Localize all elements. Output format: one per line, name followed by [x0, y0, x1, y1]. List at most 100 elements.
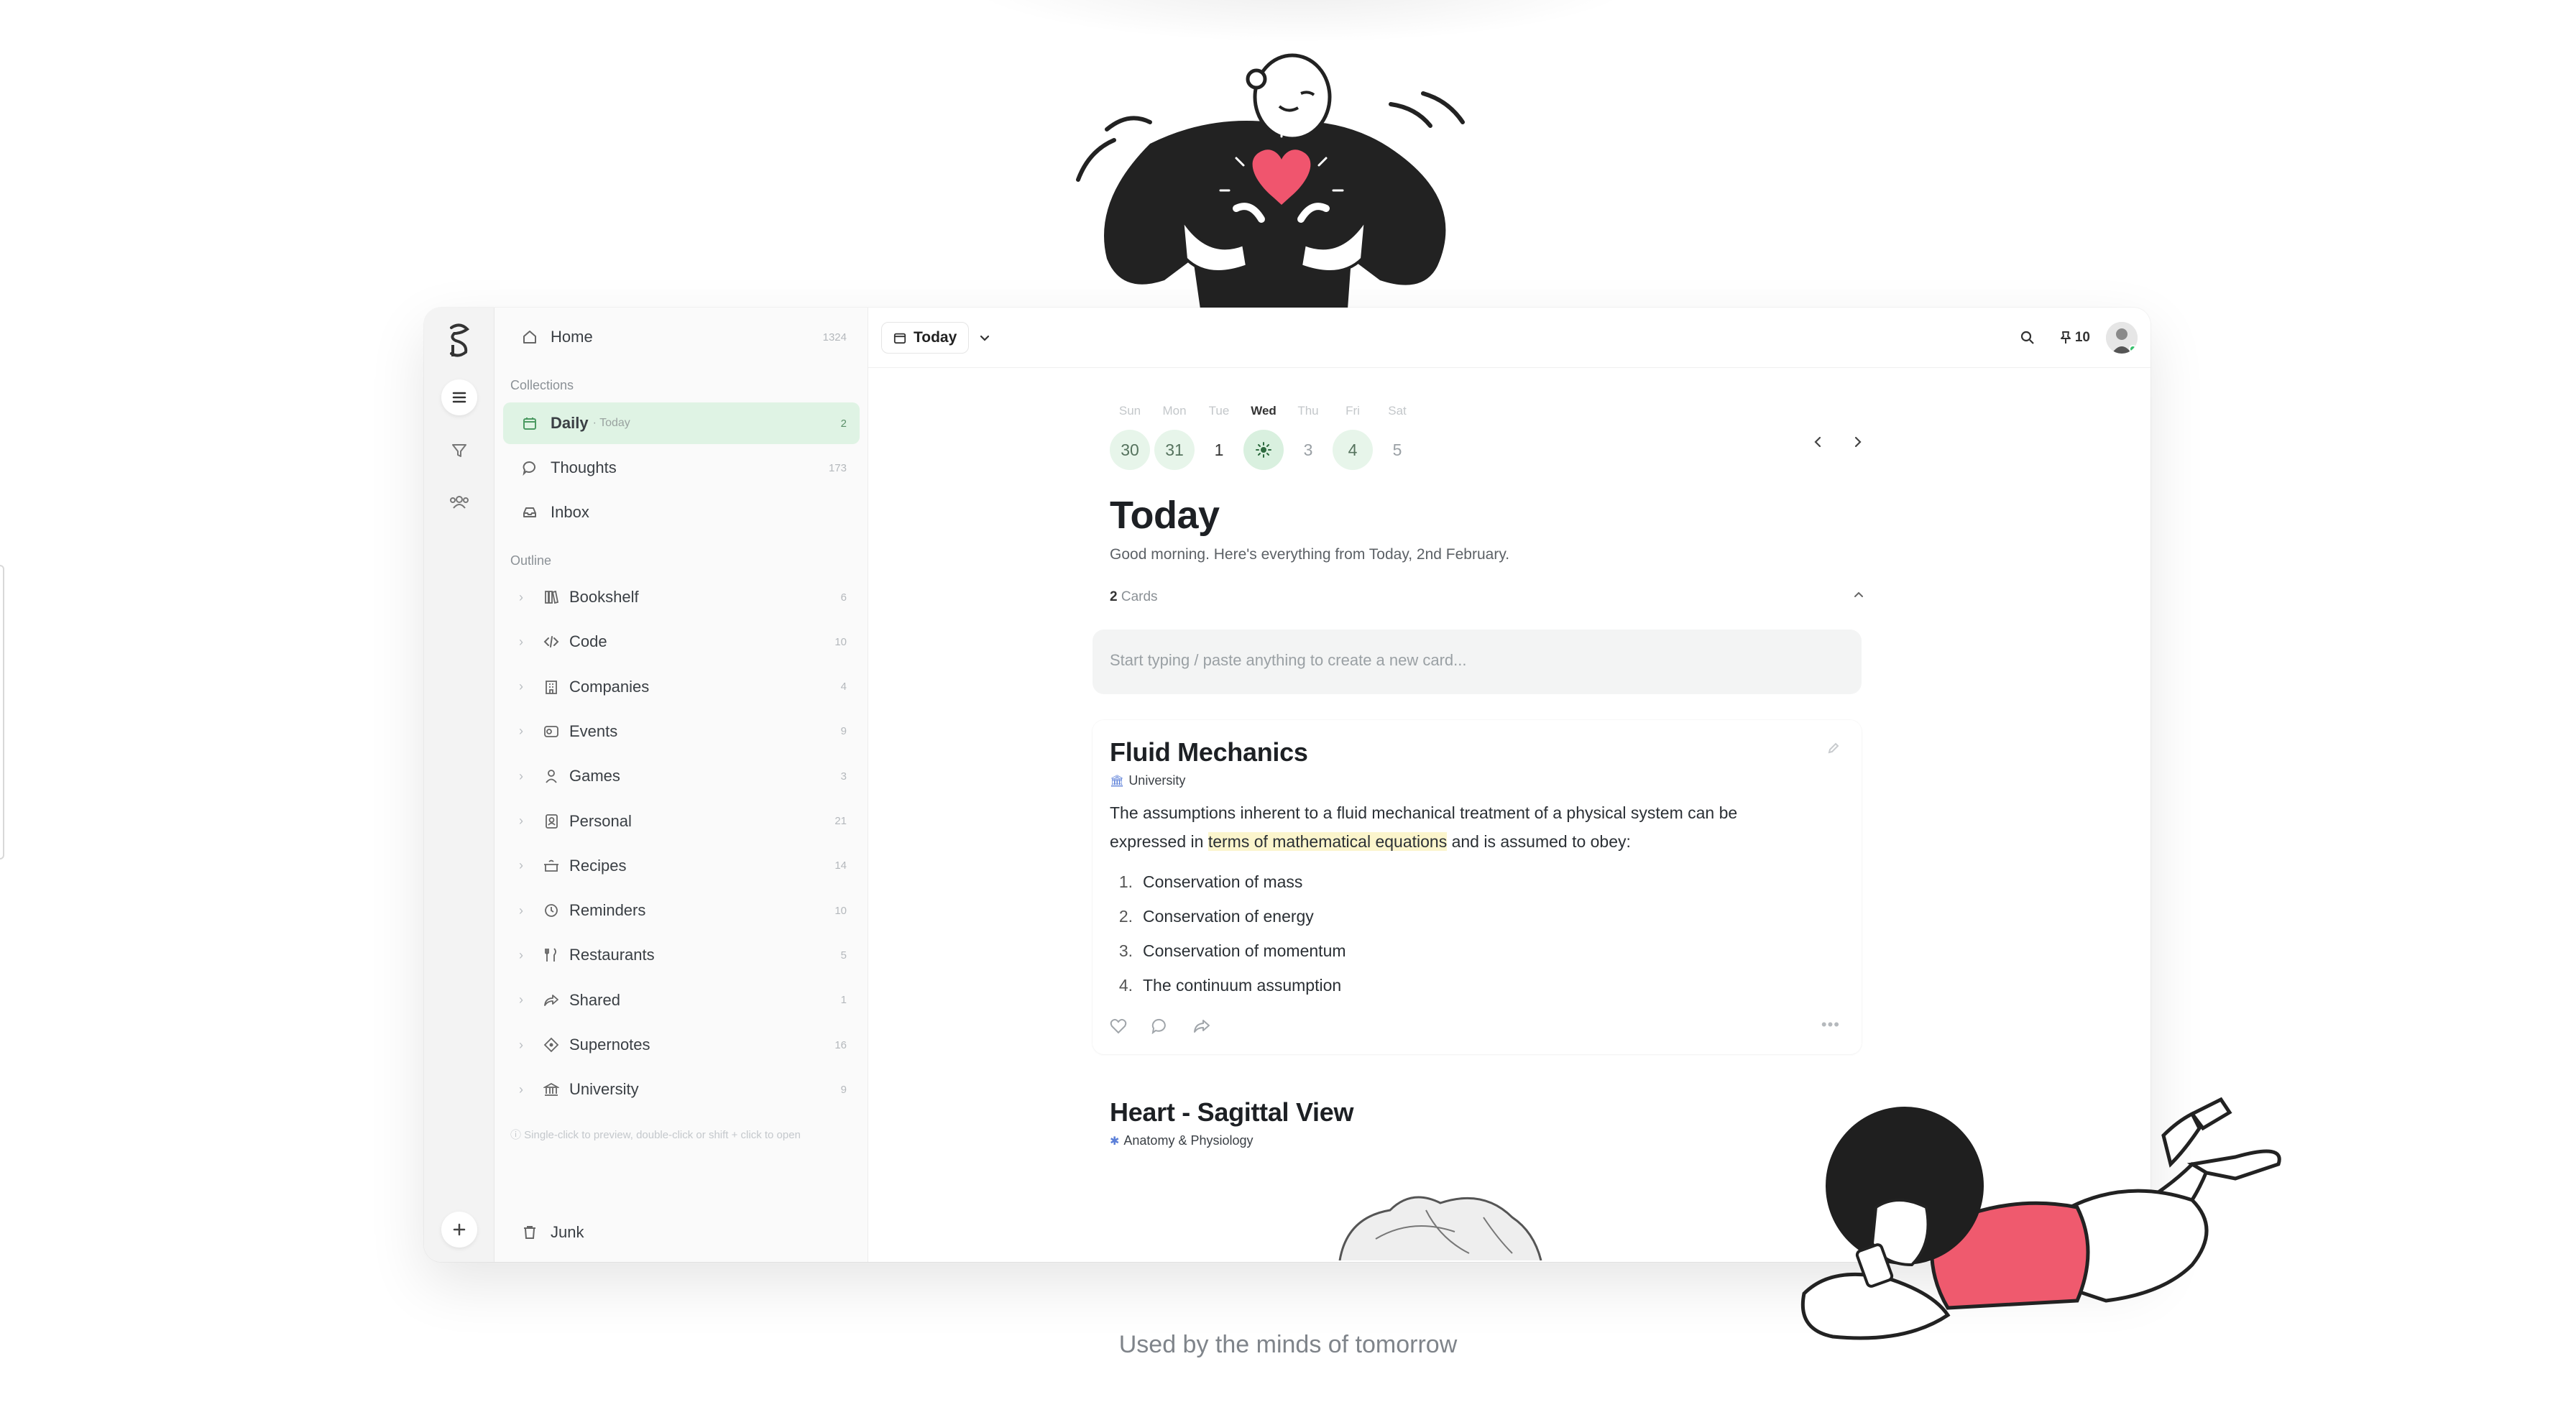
item-count: 5: [840, 949, 847, 962]
chevron-right-icon[interactable]: ›: [519, 992, 533, 1008]
card-heart-sagittal[interactable]: Heart - Sagittal View ✱ Anatomy & Physio…: [1092, 1080, 1862, 1262]
card-tag-label: University: [1128, 773, 1186, 788]
cards-count-row: 2 Cards: [1110, 589, 1879, 611]
events-icon: [542, 722, 561, 741]
list-item: 4. The continuum assumption: [1118, 976, 1342, 995]
new-card-input[interactable]: Start typing / paste anything to create …: [1092, 630, 1862, 694]
chevron-up-icon[interactable]: [1853, 589, 1864, 605]
reading-person-illustration: [1800, 1097, 2281, 1340]
sidebar-item-label: Code: [569, 632, 607, 651]
search-icon[interactable]: [2012, 322, 2043, 354]
home-icon: [520, 328, 539, 346]
avatar[interactable]: [2106, 322, 2138, 354]
card-body-text: and is assumed to obey:: [1447, 832, 1631, 851]
item-count: 10: [834, 904, 847, 917]
inbox-tray-icon: [520, 503, 539, 522]
speech-bubble-icon: [520, 458, 539, 477]
comment-icon[interactable]: [1151, 1018, 1169, 1038]
sidebar-item-label: University: [569, 1080, 639, 1099]
list-item: 3. Conservation of momentum: [1118, 941, 1346, 960]
sidebar-item-label: Junk: [551, 1223, 584, 1241]
card-tag[interactable]: ✱ Anatomy & Physiology: [1110, 1133, 1844, 1148]
pin-count: 10: [2074, 330, 2090, 345]
chevron-right-icon[interactable]: ›: [519, 724, 533, 739]
chevron-right-icon[interactable]: [1852, 435, 1864, 452]
card-title: Fluid Mechanics: [1110, 737, 1308, 767]
sidebar-item-label: Personal: [569, 811, 632, 830]
sidebar-item-supernotes[interactable]: › Supernotes 16: [503, 1024, 860, 1066]
item-count: 10: [834, 635, 847, 648]
sidebar-item-reminders[interactable]: › Reminders 10: [503, 890, 860, 931]
sidebar-item-shared[interactable]: › Shared 1: [503, 979, 860, 1021]
sidebar-item-junk[interactable]: Junk: [503, 1212, 860, 1253]
sidebar-item-bookshelf[interactable]: › Bookshelf 6: [503, 576, 860, 618]
sidebar-item-home[interactable]: Home 1324: [503, 316, 860, 358]
chevron-right-icon[interactable]: ›: [519, 858, 533, 873]
dna-icon: ✱: [1110, 1135, 1120, 1148]
sidebar-item-university[interactable]: › University 9: [503, 1069, 860, 1110]
add-icon[interactable]: [441, 1212, 477, 1248]
chevron-right-icon[interactable]: ›: [519, 635, 533, 650]
chevron-right-icon[interactable]: ›: [519, 590, 533, 605]
sidebar-item-recipes[interactable]: › Recipes 14: [503, 845, 860, 887]
heart-icon[interactable]: [1110, 1018, 1127, 1038]
chevron-right-icon[interactable]: ›: [519, 903, 533, 918]
date-button[interactable]: 5: [1377, 430, 1417, 470]
date-button[interactable]: 3: [1288, 430, 1328, 470]
chevron-right-icon[interactable]: ›: [519, 1082, 533, 1097]
today-button[interactable]: Today: [881, 322, 970, 354]
chevron-right-icon[interactable]: ›: [519, 1038, 533, 1053]
sidebar-item-label: Games: [569, 767, 620, 785]
sidebar-item-label: Reminders: [569, 901, 646, 920]
sidebar-item-companies[interactable]: › Companies 4: [503, 666, 860, 708]
sidebar-item-events[interactable]: › Events 9: [503, 711, 860, 752]
chevron-right-icon[interactable]: ›: [519, 948, 533, 963]
cards-label: Cards: [1121, 589, 1158, 604]
app-logo-icon: [450, 323, 470, 357]
item-count: 1: [840, 994, 847, 1007]
share-icon[interactable]: [1193, 1018, 1210, 1038]
chevron-right-icon[interactable]: ›: [519, 813, 533, 829]
trash-icon: [520, 1223, 539, 1242]
sidebar-item-code[interactable]: › Code 10: [503, 621, 860, 663]
date-button[interactable]: 31: [1154, 430, 1195, 470]
chevron-right-icon[interactable]: ›: [519, 769, 533, 784]
sidebar-item-restaurants[interactable]: › Restaurants 5: [503, 934, 860, 976]
date-button[interactable]: 4: [1333, 430, 1373, 470]
sidebar-item-label: Supernotes: [569, 1036, 650, 1054]
chevron-left-icon[interactable]: [1811, 435, 1824, 452]
card-fluid-mechanics[interactable]: Fluid Mechanics 🏛 University The assumpt…: [1092, 720, 1862, 1054]
sidebar-item-inbox[interactable]: Inbox: [503, 492, 860, 533]
sidebar-item-label: Bookshelf: [569, 588, 639, 606]
sidebar-item-label: Thoughts: [551, 458, 617, 476]
sidebar-item-label: Recipes: [569, 856, 627, 875]
item-count: 4: [840, 681, 847, 693]
today-date-sun-icon[interactable]: [1243, 430, 1284, 470]
card-tag[interactable]: 🏛 University: [1110, 773, 1844, 788]
person-icon: [542, 767, 561, 785]
clock-icon: [542, 901, 561, 920]
filter-icon[interactable]: [441, 433, 477, 469]
more-icon[interactable]: •••: [1821, 1015, 1840, 1034]
sidebar-item-personal[interactable]: › Personal 21: [503, 801, 860, 842]
pencil-icon[interactable]: [1827, 742, 1840, 758]
date-button[interactable]: 30: [1110, 430, 1150, 470]
people-icon[interactable]: [441, 484, 477, 520]
sidebar-item-games[interactable]: › Games 3: [503, 755, 860, 797]
weekday-label: Tue: [1208, 404, 1230, 418]
sidebar-item-thoughts[interactable]: Thoughts 173: [503, 447, 860, 489]
week-strip: Sun 30 Mon 31 Tue 1 Wed Thu 3 Fri 4 Sat 5: [1110, 404, 1879, 483]
menu-icon[interactable]: [441, 379, 477, 415]
sidebar-item-label: Events: [569, 721, 618, 740]
hero-glow: [956, 0, 1646, 43]
chevron-right-icon[interactable]: ›: [519, 679, 533, 694]
outline-heading: Outline: [510, 553, 552, 568]
date-button[interactable]: 1: [1199, 430, 1239, 470]
chevron-down-icon[interactable]: [973, 326, 996, 349]
icon-rail: [424, 308, 494, 1262]
item-count: 173: [828, 461, 847, 474]
pinned-button[interactable]: 10: [2059, 330, 2090, 346]
heart-hug-illustration: [1076, 53, 1465, 309]
sidebar-item-label: Inbox: [551, 503, 589, 521]
sidebar-item-daily[interactable]: Daily · Today 2: [503, 402, 860, 444]
